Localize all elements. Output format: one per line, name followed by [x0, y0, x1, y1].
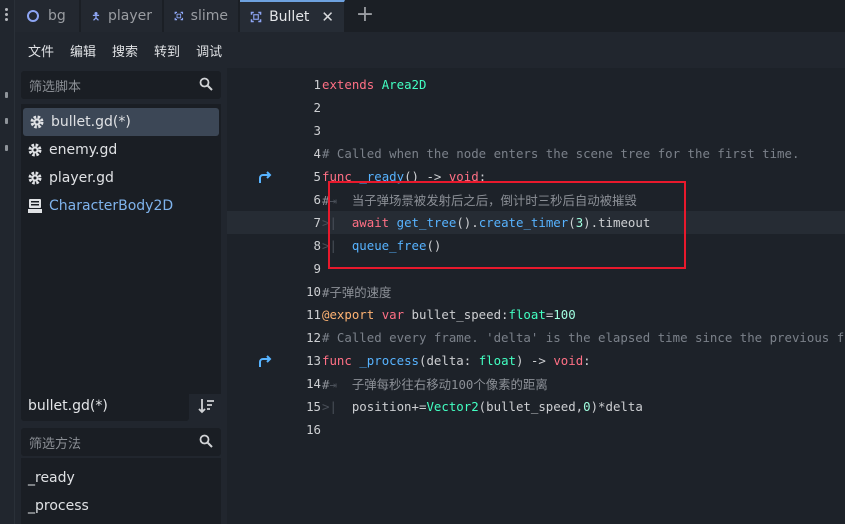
code-text: >| position+=Vector2(bullet_speed,0)*del… [322, 399, 643, 414]
tab-bullet[interactable]: Bullet ✕ [240, 0, 345, 32]
menu-search[interactable]: 搜索 [104, 41, 146, 60]
line-number: 12 [306, 330, 321, 345]
close-icon[interactable]: ✕ [321, 8, 334, 26]
code-line: 13 func _process(delta: float) -> void: [227, 349, 845, 372]
person-node-icon [92, 11, 100, 21]
sort-icon[interactable] [198, 397, 216, 415]
menu-debug[interactable]: 调试 [188, 41, 230, 60]
code-line: 11 @export var bullet_speed:float=100 [227, 303, 845, 326]
line-number: 5 [313, 169, 321, 184]
strip-marker [5, 92, 8, 98]
tab-player[interactable]: player [81, 0, 163, 32]
script-item-enemy[interactable]: enemy.gd [21, 136, 221, 164]
code-text: func _process(delta: float) -> void: [322, 353, 591, 368]
current-script-field[interactable]: bullet.gd(*) [21, 391, 189, 421]
drag-handle-icon[interactable] [5, 8, 9, 23]
script-name: player.gd [49, 170, 114, 186]
code-line: 15 >| position+=Vector2(bullet_speed,0)*… [227, 395, 845, 418]
line-number: 16 [306, 422, 321, 437]
method-filter-input[interactable]: 筛选方法 [21, 428, 221, 456]
line-number: 7 [313, 215, 321, 230]
line-number: 6 [313, 192, 321, 207]
line-number: 15 [306, 399, 321, 414]
line-number: 14 [306, 376, 321, 391]
code-text: # Called when the node enters the scene … [322, 146, 800, 161]
line-number: 4 [313, 146, 321, 161]
menu-goto[interactable]: 转到 [146, 41, 188, 60]
script-item-characterbody2d[interactable]: CharacterBody2D [21, 192, 221, 220]
code-line: 4 # Called when the node enters the scen… [227, 142, 845, 165]
line-number: 3 [313, 123, 321, 138]
menu-edit[interactable]: 编辑 [62, 41, 104, 60]
tab-bg[interactable]: bg [15, 0, 80, 32]
line-number: 9 [313, 261, 321, 276]
code-line: 1 extends Area2D [227, 73, 845, 96]
tab-label: slime [190, 8, 228, 24]
add-tab-button[interactable]: + [353, 4, 377, 28]
code-text: extends Area2D [322, 77, 427, 92]
tab-slime[interactable]: slime [164, 0, 239, 32]
script-panel: 筛选脚本 bullet.gd(*) enemy.gd player.gd Cha… [15, 68, 227, 524]
method-item-ready[interactable]: _ready [21, 464, 221, 492]
gear-icon [28, 143, 42, 157]
line-number: 10 [306, 284, 321, 299]
tab-label: Bullet [269, 9, 310, 25]
line-number: 13 [306, 353, 321, 368]
code-text: #子弹的速度 [322, 284, 392, 300]
code-text: @export var bullet_speed:float=100 [322, 307, 576, 322]
code-line: 16 [227, 418, 845, 441]
script-name: enemy.gd [49, 142, 118, 158]
code-line: 3 [227, 119, 845, 142]
area-node-icon [174, 11, 184, 21]
strip-marker [5, 145, 8, 151]
gear-icon [28, 171, 42, 185]
annotation-highlight-box [328, 181, 686, 269]
code-line: 12 # Called every frame. 'delta' is the … [227, 326, 845, 349]
code-text: #⇥ 子弹每秒往右移动100个像素的距离 [322, 376, 548, 392]
node-2d-icon [27, 10, 39, 22]
script-list: bullet.gd(*) enemy.gd player.gd Characte… [21, 104, 221, 394]
tab-label: bg [48, 8, 66, 24]
menu-file[interactable]: 文件 [20, 41, 62, 60]
method-list: _ready _process [21, 458, 221, 524]
strip-marker [5, 118, 8, 124]
tab-label: player [107, 8, 152, 24]
line-number: 2 [313, 100, 321, 115]
code-line: 14 #⇥ 子弹每秒往右移动100个像素的距离 [227, 372, 845, 395]
script-item-bullet[interactable]: bullet.gd(*) [23, 108, 219, 136]
current-script-label: bullet.gd(*) [28, 398, 108, 414]
code-text: # Called every frame. 'delta' is the ela… [322, 330, 845, 345]
line-number: 11 [306, 307, 321, 322]
script-filter-placeholder: 筛选脚本 [29, 79, 82, 95]
script-menu-bar: 文件 编辑 搜索 转到 调试 [15, 32, 845, 68]
left-dock-strip [0, 0, 15, 524]
code-line: 2 [227, 96, 845, 119]
script-name: CharacterBody2D [49, 198, 174, 214]
script-item-player[interactable]: player.gd [21, 164, 221, 192]
area-node-icon [250, 11, 262, 23]
method-item-process[interactable]: _process [21, 492, 221, 520]
gear-icon [30, 115, 44, 129]
script-name: bullet.gd(*) [51, 114, 131, 130]
search-icon [199, 434, 213, 448]
script-filter-input[interactable]: 筛选脚本 [21, 71, 221, 99]
scene-tab-bar: bg player slime Bullet ✕ + [15, 0, 845, 32]
line-number: 1 [313, 77, 321, 92]
line-number: 8 [313, 238, 321, 253]
code-editor[interactable]: 1 extends Area2D 2 3 4 # Called when the… [227, 68, 845, 524]
doc-icon [28, 199, 42, 213]
code-line: 10 #子弹的速度 [227, 280, 845, 303]
search-icon [199, 77, 213, 91]
method-filter-placeholder: 筛选方法 [29, 436, 82, 452]
